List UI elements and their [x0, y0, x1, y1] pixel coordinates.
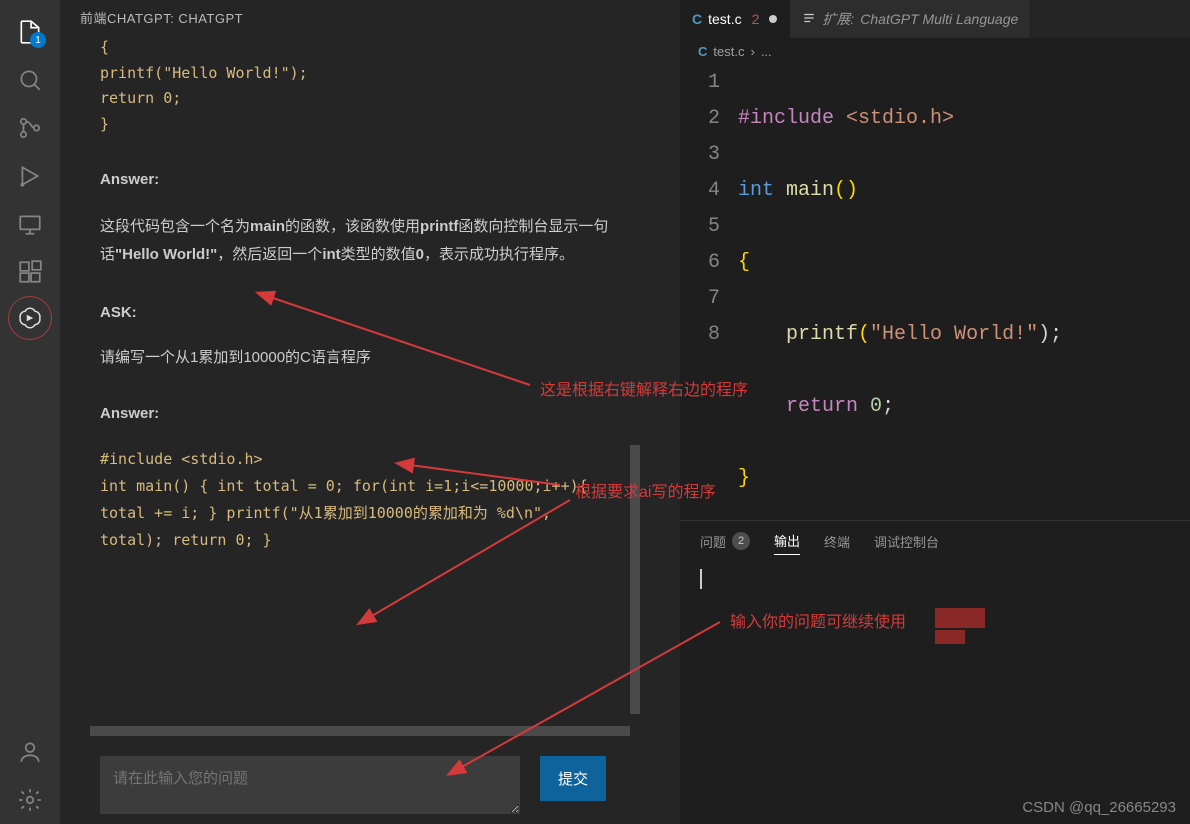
panel-tab-output[interactable]: 输出: [774, 531, 800, 555]
problems-count-badge: 2: [732, 532, 750, 550]
panel-tab-terminal[interactable]: 终端: [824, 531, 850, 555]
code-line: {: [100, 35, 640, 61]
c-file-icon: C: [698, 44, 707, 59]
dirty-indicator-icon: [769, 15, 777, 23]
answer-label: Answer:: [100, 167, 640, 193]
submit-button[interactable]: 提交: [540, 756, 606, 801]
search-icon[interactable]: [6, 56, 54, 104]
panel-tab-label: 问题: [700, 532, 726, 551]
panel-tab-debug[interactable]: 调试控制台: [874, 531, 939, 555]
code-line: return 0;: [100, 86, 640, 112]
panel-tab-problems[interactable]: 问题 2: [700, 531, 750, 555]
ask-label: ASK:: [100, 300, 640, 326]
breadcrumb-rest: ...: [761, 44, 772, 59]
panel-tab-label: 输出: [774, 531, 800, 550]
panel-tab-label: 调试控制台: [874, 532, 939, 551]
panel-tab-label: 终端: [824, 532, 850, 551]
tab-extension[interactable]: 扩展: ChatGPT Multi Language: [790, 0, 1031, 38]
explorer-icon[interactable]: 1: [6, 8, 54, 56]
output-content[interactable]: [680, 561, 1190, 601]
chat-content: { printf("Hello World!"); return 0; } An…: [60, 35, 680, 726]
tab-test-c[interactable]: C test.c 2: [680, 0, 790, 38]
activity-bar: 1: [0, 0, 60, 824]
horizontal-scrollbar[interactable]: [90, 726, 630, 736]
panel-tabs: 问题 2 输出 终端 调试控制台: [680, 521, 1190, 561]
code-line: total += i; } printf("从1累加到10000的累加和为 %d…: [100, 500, 640, 527]
tab-ext-prefix: 扩展:: [822, 9, 854, 29]
tab-ext-name: ChatGPT Multi Language: [860, 11, 1018, 27]
extensions-icon[interactable]: [6, 248, 54, 296]
code-line: total); return 0; }: [100, 527, 640, 554]
answer-label-2: Answer:: [100, 401, 640, 427]
ask-text: 请编写一个从1累加到10000的C语言程序: [100, 345, 640, 371]
chat-input[interactable]: [100, 756, 520, 814]
chatgpt-icon[interactable]: [8, 296, 52, 340]
source-control-icon[interactable]: [6, 104, 54, 152]
tab-label: test.c: [708, 11, 741, 27]
code-line: int main() { int total = 0; for(int i=1;…: [100, 473, 640, 500]
bottom-panel: 问题 2 输出 终端 调试控制台: [680, 520, 1190, 824]
c-file-icon: C: [692, 11, 702, 27]
list-icon: [802, 11, 816, 28]
code-line: printf("Hello World!");: [100, 61, 640, 87]
panel-title: 前端CHATGPT: CHATGPT: [60, 0, 680, 35]
settings-icon[interactable]: [6, 776, 54, 824]
code-block: #include <stdio.h> int main() { int tota…: [100, 446, 640, 554]
editor-tabs: C test.c 2 扩展: ChatGPT Multi Language: [680, 0, 1190, 38]
explorer-badge: 1: [30, 32, 46, 48]
code-line: }: [100, 112, 640, 138]
chat-input-row: 提交: [60, 736, 680, 824]
watermark: CSDN @qq_26665293: [1022, 799, 1176, 816]
remote-icon[interactable]: [6, 200, 54, 248]
chatgpt-panel: 前端CHATGPT: CHATGPT { printf("Hello World…: [60, 0, 680, 824]
breadcrumb-file: test.c: [713, 44, 744, 59]
answer-text: 这段代码包含一个名为main的函数，该函数使用printf函数向控制台显示一句话…: [100, 213, 640, 270]
breadcrumb[interactable]: C test.c › ...: [680, 38, 1190, 65]
tab-error-count: 2: [752, 11, 760, 27]
run-debug-icon[interactable]: [6, 152, 54, 200]
code-line: #include <stdio.h>: [100, 446, 640, 473]
cursor-icon: [700, 569, 702, 589]
breadcrumb-sep: ›: [750, 44, 754, 59]
account-icon[interactable]: [6, 728, 54, 776]
code-snippet: { printf("Hello World!"); return 0; }: [100, 35, 640, 137]
